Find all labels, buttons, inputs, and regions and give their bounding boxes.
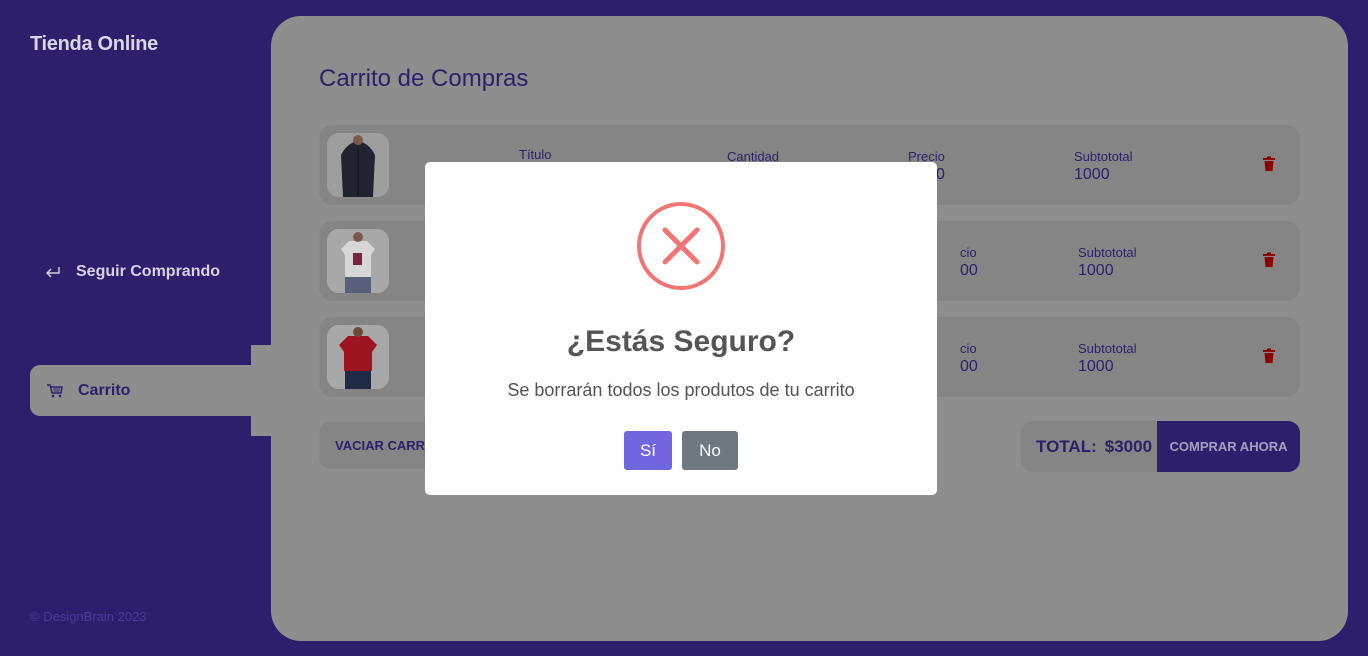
- nav-corner-decoration: [251, 416, 271, 436]
- brand-title: Tienda Online: [30, 33, 158, 55]
- column-subtotal-label: Subtototal: [1074, 149, 1133, 164]
- column-subtotal-label: Subtototal: [1078, 245, 1137, 260]
- dialog-title: ¿Estás Seguro?: [566, 325, 796, 358]
- subtotal-value: 1000: [1078, 262, 1114, 279]
- trash-icon[interactable]: [1262, 348, 1276, 364]
- price-value: 00: [960, 262, 978, 279]
- sidebar-item-label: Carrito: [78, 381, 131, 399]
- nav-corner-decoration: [251, 345, 271, 365]
- price-value: 00: [960, 358, 978, 375]
- column-price-label: cio: [960, 341, 977, 356]
- total-label: TOTAL:: [1036, 436, 1097, 456]
- dialog-message: Se borrarán todos los produtos de tu car…: [507, 380, 855, 400]
- column-price-label: cio: [960, 245, 977, 260]
- product-image-red-tshirt: [327, 325, 389, 389]
- sidebar-item-continue-shopping[interactable]: Seguir Comprando: [44, 263, 220, 281]
- cart-icon: [46, 383, 64, 399]
- total-value: $3000: [1104, 436, 1153, 456]
- column-title-label: Título: [519, 147, 552, 162]
- error-x-icon: [637, 202, 725, 290]
- subtotal-value: 1000: [1074, 166, 1110, 183]
- product-image-white-tshirt: [327, 229, 389, 293]
- subtotal-value: 1000: [1078, 358, 1114, 375]
- page-title: Carrito de Compras: [319, 65, 529, 92]
- sidebar-item-cart[interactable]: Carrito: [30, 365, 271, 416]
- product-image-jacket: [327, 133, 389, 197]
- return-arrow-icon: [44, 264, 64, 280]
- sidebar-item-label: Seguir Comprando: [76, 263, 221, 280]
- price-value: 0: [936, 166, 945, 183]
- trash-icon[interactable]: [1262, 156, 1276, 172]
- footer-copyright: © DesignBrain 2023: [30, 609, 147, 624]
- column-subtotal-label: Subtototal: [1078, 341, 1137, 356]
- confirm-dialog: ¿Estás Seguro? Se borrarán todos los pro…: [425, 162, 937, 495]
- cancel-button[interactable]: No: [682, 431, 738, 470]
- buy-now-button[interactable]: COMPRAR AHORA: [1157, 421, 1300, 472]
- confirm-button[interactable]: Sí: [624, 431, 672, 470]
- trash-icon[interactable]: [1262, 252, 1276, 268]
- total-box: TOTAL: $3000: [1021, 421, 1158, 472]
